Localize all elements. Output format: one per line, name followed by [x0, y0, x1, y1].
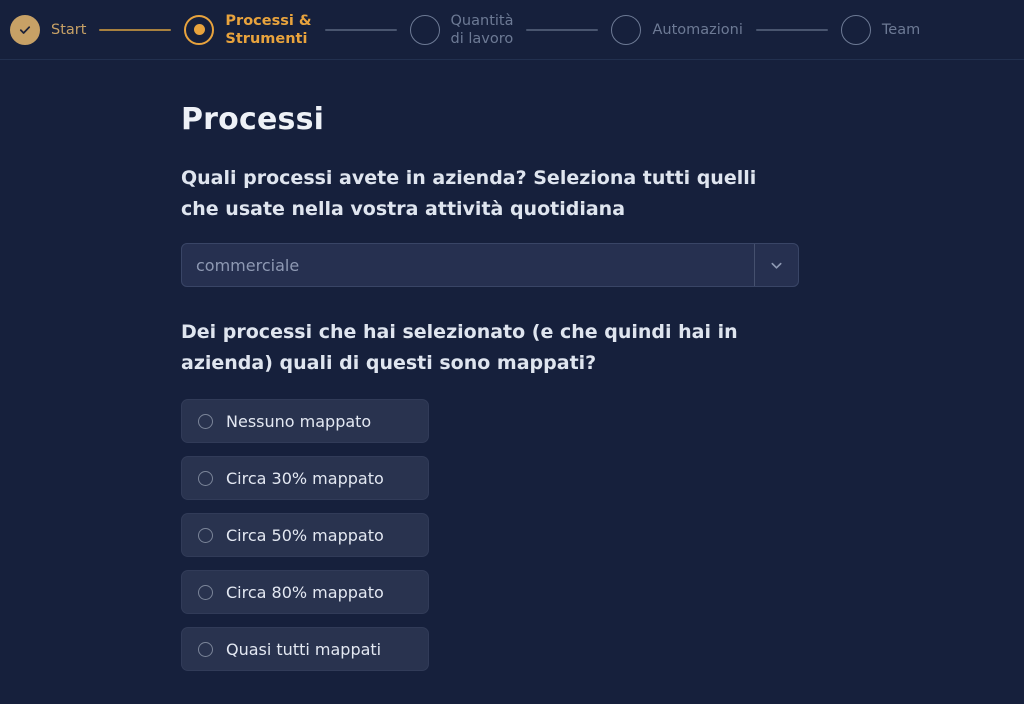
current-step-dot-icon [193, 24, 205, 35]
step-processi-strumenti[interactable]: Processi & Strumenti [184, 12, 312, 48]
step-team[interactable]: Team [840, 14, 921, 45]
onboarding-stepper: Start Processi & Strumenti Quantità di l… [0, 0, 1024, 60]
processes-select-toggle[interactable] [754, 244, 798, 286]
option-circa-30-mappato[interactable]: Circa 30% mappato [181, 456, 429, 500]
step-connector-4 [755, 28, 828, 31]
step-processi-label: Processi & Strumenti [225, 12, 312, 47]
option-circa-50-mappato[interactable]: Circa 50% mappato [181, 513, 429, 557]
main-content: Processi Quali processi avete in azienda… [0, 60, 1024, 671]
processes-select[interactable]: commerciale [181, 243, 799, 287]
step-quantita-label: Quantità di lavoro [450, 12, 514, 47]
processes-select-value[interactable]: commerciale [182, 244, 754, 286]
radio-icon[interactable] [198, 584, 213, 600]
option-circa-80-mappato[interactable]: Circa 80% mappato [181, 570, 429, 614]
option-label: Nessuno mappato [226, 411, 372, 431]
option-label: Quasi tutti mappati [226, 639, 382, 659]
step-start[interactable]: Start [10, 14, 87, 45]
option-label: Circa 50% mappato [226, 525, 384, 545]
step-connector-2 [324, 28, 397, 31]
mapping-options-group: Nessuno mappato Circa 30% mappato Circa … [181, 399, 1024, 671]
question-processes-mapped: Dei processi che hai selezionato (e che … [181, 321, 738, 374]
step-team-label: Team [881, 21, 921, 38]
option-label: Circa 80% mappato [226, 582, 384, 602]
step-automazioni-circle[interactable] [611, 14, 642, 45]
step-quantita-circle[interactable] [409, 14, 440, 45]
check-icon [19, 25, 31, 34]
step-start-circle[interactable] [10, 14, 40, 45]
option-label: Circa 30% mappato [226, 468, 384, 488]
page-title: Processi [181, 102, 325, 137]
radio-icon[interactable] [198, 470, 213, 486]
step-connector-3 [526, 28, 599, 31]
radio-icon[interactable] [198, 413, 213, 429]
step-processi-circle[interactable] [184, 14, 215, 45]
question-processes-in-company: Quali processi avete in azienda? Selezio… [181, 167, 757, 220]
step-start-label: Start [51, 21, 87, 38]
option-quasi-tutti-mappati[interactable]: Quasi tutti mappati [181, 627, 429, 671]
radio-icon[interactable] [198, 641, 213, 657]
step-team-circle[interactable] [840, 14, 871, 45]
radio-icon[interactable] [198, 527, 213, 543]
step-connector-1 [99, 28, 172, 31]
step-quantita-di-lavoro[interactable]: Quantità di lavoro [409, 12, 514, 48]
step-automazioni[interactable]: Automazioni [611, 14, 743, 45]
step-automazioni-label: Automazioni [652, 21, 743, 38]
chevron-down-icon [771, 262, 782, 269]
option-nessuno-mappato[interactable]: Nessuno mappato [181, 399, 429, 443]
